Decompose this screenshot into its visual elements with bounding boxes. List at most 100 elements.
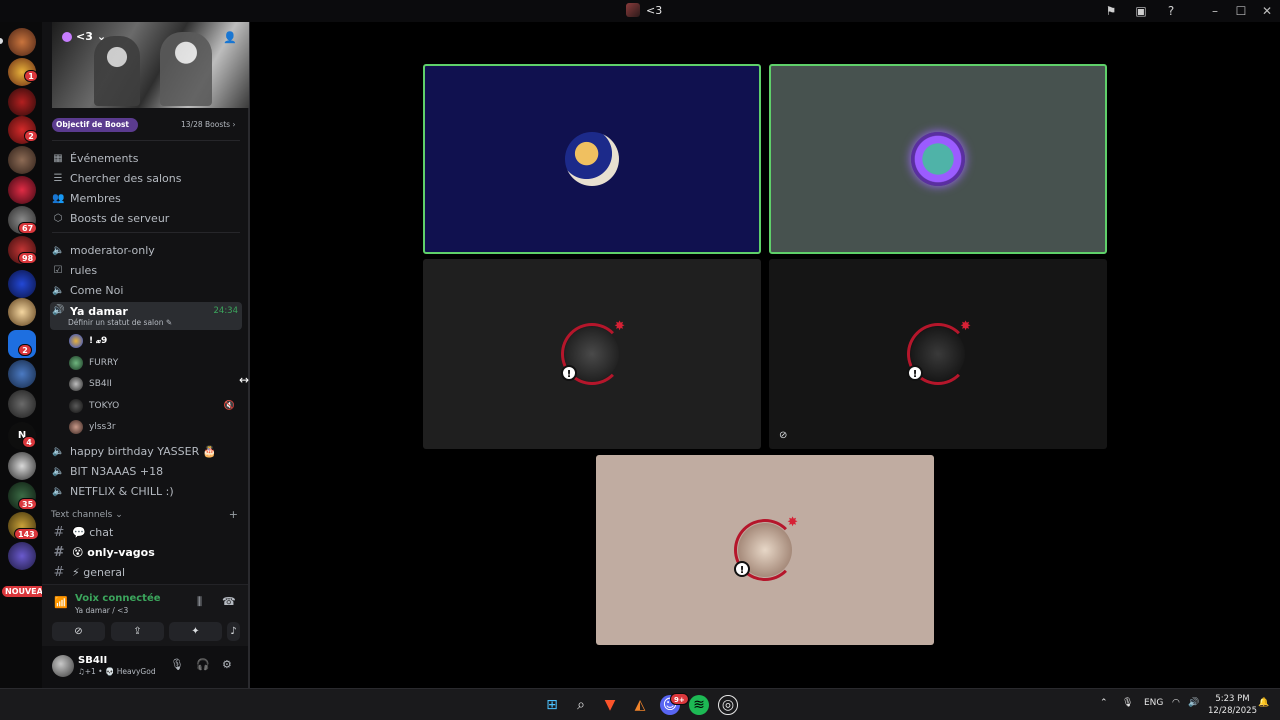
participant-tile[interactable]: ✸ ! <box>423 259 761 449</box>
server-icon[interactable] <box>8 28 36 56</box>
set-channel-status[interactable]: Définir un statut de salon ✎ <box>68 318 172 327</box>
server-name-dropdown[interactable]: <3 ⌄ <box>62 30 106 43</box>
server-icon[interactable] <box>8 390 36 418</box>
boost-shield-icon: ⬡ <box>53 212 63 224</box>
channel-bit-n3aaas[interactable]: 🔈 BIT N3AAAS +18 <box>50 462 242 481</box>
user-name[interactable]: SB4II <box>78 655 107 666</box>
participant-tile[interactable]: ✸ ! ⊘ <box>769 259 1107 449</box>
channel-moderator-only[interactable]: 🔈 moderator-only <box>50 241 242 260</box>
invite-user-icon[interactable]: 👤 <box>223 31 237 44</box>
avatar <box>69 356 83 370</box>
server-icon[interactable] <box>8 452 36 480</box>
channel-name: Come Noi <box>70 284 124 297</box>
steam-icon[interactable]: ◎ <box>718 695 738 715</box>
mention-badge: 2 <box>18 344 32 356</box>
camera-off-button[interactable]: ⊘ <box>52 622 105 641</box>
server-banner: <3 ⌄ 👤 <box>52 22 249 108</box>
chevron-down-icon: ⌄ <box>96 30 107 43</box>
channel-netflix-chill[interactable]: 🔈 NETFLIX & CHILL :) <box>50 482 242 501</box>
participant-tile[interactable] <box>423 64 761 254</box>
resize-cursor-icon: ↔ <box>239 373 250 387</box>
calendar-icon: ▦ <box>53 152 63 164</box>
start-icon[interactable]: ⊞ <box>542 695 562 715</box>
anger-decoration-icon: ✸ <box>614 319 625 334</box>
noise-suppression-icon[interactable]: ⫼ <box>197 595 202 609</box>
brave-browser-icon[interactable]: ▼ <box>600 695 620 715</box>
voice-connected-title[interactable]: Voix connectée <box>75 593 161 604</box>
microphone-icon[interactable]: 🎙 <box>170 658 184 671</box>
avatar <box>69 334 83 348</box>
server-icon[interactable] <box>8 176 36 204</box>
signal-icon[interactable]: 📶 <box>54 596 68 609</box>
avatar <box>69 399 83 413</box>
disconnect-icon[interactable]: ☎ <box>222 595 236 608</box>
avatar[interactable] <box>52 655 74 677</box>
soundboard-button[interactable]: ♪ <box>227 622 240 641</box>
windows-taskbar: ⊞ ⌕ ▼ ◭ ☺ 9+ ≋ ◎ ⌃ 🎙 ENG ◠ 🔊 5:23 PM 12/… <box>0 688 1280 720</box>
window-titlebar: <3 ⚑ ▣ ? – ☐ ✕ <box>0 0 1280 22</box>
voice-user[interactable]: SB4II <box>69 375 241 393</box>
channel-come-noi[interactable]: 🔈 Come Noi <box>50 281 242 300</box>
menu-server-boosts[interactable]: ⬡ Boosts de serveur <box>52 209 242 227</box>
language-indicator[interactable]: ENG <box>1144 698 1163 708</box>
boost-count[interactable]: 13/28 Boosts › <box>181 120 235 129</box>
hash-icon: # <box>53 525 65 540</box>
channel-chat[interactable]: # 💬 chat <box>50 523 242 542</box>
settings-gear-icon[interactable]: ⚙ <box>222 658 232 671</box>
notifications-icon[interactable]: 🔔 <box>1258 698 1269 708</box>
show-hidden-icons[interactable]: ⌃ <box>1100 698 1108 708</box>
participant-tile[interactable] <box>769 64 1107 254</box>
menu-members[interactable]: 👥 Membres <box>52 189 242 207</box>
headphones-icon[interactable]: 🎧 <box>196 658 210 671</box>
menu-browse-channels[interactable]: ☰ Chercher des salons <box>52 169 242 187</box>
voice-user[interactable]: ylss3r <box>69 418 241 436</box>
server-icon[interactable] <box>8 542 36 570</box>
screen-share-icon[interactable]: ▣ <box>1126 0 1156 22</box>
wifi-icon[interactable]: ◠ <box>1172 698 1180 708</box>
server-icon[interactable] <box>8 146 36 174</box>
voice-user[interactable]: FURRY <box>69 354 241 372</box>
search-icon[interactable]: ⌕ <box>571 695 591 715</box>
purple-frame-avatar <box>911 132 965 186</box>
inbox-flag-icon[interactable]: ⚑ <box>1096 0 1126 22</box>
channel-rules[interactable]: ☑ rules <box>50 261 242 280</box>
server-icon[interactable] <box>8 88 36 116</box>
activities-button[interactable]: ✦ <box>169 622 222 641</box>
server-icon[interactable] <box>8 298 36 326</box>
speaker-icon: 🔈 <box>52 446 65 457</box>
avatar <box>69 377 83 391</box>
help-icon[interactable]: ? <box>1156 0 1186 22</box>
channel-ya-damar[interactable]: 🔊 Ya damar Définir un statut de salon ✎ … <box>50 302 242 330</box>
close-icon[interactable]: ✕ <box>1254 0 1280 22</box>
category-text-channels[interactable]: Text channels ⌄ <box>51 510 123 520</box>
voice-user-name: ! 𝔁9 <box>89 336 108 346</box>
microphone-tray-icon[interactable]: 🎙 <box>1122 698 1133 708</box>
app-icon[interactable]: ◭ <box>630 695 650 715</box>
menu-events[interactable]: ▦ Événements <box>52 149 242 167</box>
minimize-icon[interactable]: – <box>1202 0 1228 22</box>
participant-tile[interactable]: ✸ ! <box>596 455 934 645</box>
server-icon[interactable] <box>8 360 36 388</box>
channel-only-vagos[interactable]: # 😵 only-vagos <box>50 543 242 562</box>
boost-goal-label[interactable]: Objectif de Boost <box>52 118 138 132</box>
divider <box>52 140 240 141</box>
dark-hair-avatar: ✸ ! <box>561 319 625 385</box>
maximize-icon[interactable]: ☐ <box>1228 0 1254 22</box>
channel-happy-birthday[interactable]: 🔈 happy birthday YASSER 🎂 <box>50 442 242 461</box>
muted-deafened-icon: 🔇 <box>223 401 235 411</box>
menu-label: Boosts de serveur <box>70 211 170 225</box>
server-icon[interactable] <box>8 270 36 298</box>
screen-share-button[interactable]: ⇪ <box>111 622 164 641</box>
system-clock[interactable]: 5:23 PM 12/28/2025 <box>1208 693 1257 717</box>
voice-connected-channel[interactable]: Ya damar / <3 <box>75 606 128 615</box>
window-title-text: <3 <box>646 3 663 17</box>
spotify-icon[interactable]: ≋ <box>689 695 709 715</box>
voice-user[interactable]: TOKYO 🔇 <box>69 397 241 415</box>
channel-name: moderator-only <box>70 244 155 257</box>
user-panel: SB4II ♫+1 • 💀 HeavyGod 🎙 🎧 ⚙ <box>42 646 248 688</box>
volume-icon[interactable]: 🔊 <box>1188 698 1199 708</box>
voice-user-name: ylss3r <box>89 422 116 432</box>
channel-general[interactable]: # ⚡ general <box>50 563 242 582</box>
voice-user[interactable]: ! 𝔁9 <box>69 332 241 350</box>
add-channel-icon[interactable]: + <box>229 508 238 521</box>
